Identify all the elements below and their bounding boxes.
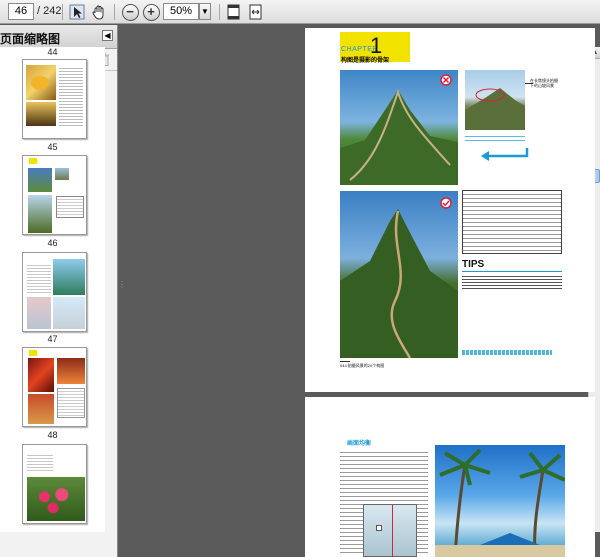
document-page-45: 画面均衡 — [305, 397, 595, 557]
section-heading: 画面均衡 — [347, 441, 372, 447]
fit-page-icon[interactable] — [225, 3, 241, 21]
page-thumbnail-45[interactable] — [22, 155, 87, 235]
correct-mark-icon — [440, 197, 452, 209]
thumbnail-list: 44 45 46 47 48 — [0, 47, 105, 532]
fit-width-icon[interactable] — [247, 3, 263, 21]
footer-rule — [340, 361, 350, 362]
panel-title: 页面缩略图 — [0, 32, 61, 46]
arrow-left-icon — [481, 148, 529, 161]
body-text-box — [462, 190, 562, 254]
toolbar: 46 / 242 − + 50% ▼ — [0, 0, 600, 24]
tips-heading: TIPS — [462, 259, 485, 270]
chevron-down-icon[interactable]: ▼ — [199, 3, 211, 20]
panel-header: 页面缩略图 ◀ — [0, 25, 117, 49]
page-thumbnail-47[interactable] — [22, 347, 87, 427]
page-total: / 242 — [37, 5, 62, 17]
divider — [219, 4, 220, 20]
page-number-input[interactable]: 46 — [8, 3, 34, 20]
tips-text — [462, 274, 562, 289]
palm-beach-photo — [435, 445, 566, 557]
thumbnail-label: 45 — [47, 142, 58, 152]
photo-annotation: 在长焦镜头拍摄 下的山坡风景 — [530, 78, 558, 88]
photo-caption — [462, 350, 552, 355]
zoom-in-icon: + — [142, 3, 160, 21]
tips-rule — [462, 271, 562, 272]
zoom-level-field[interactable]: 50% — [163, 3, 199, 20]
great-wall-small-photo — [465, 70, 525, 130]
divider — [62, 4, 63, 20]
divider — [114, 4, 115, 20]
collapse-panel-icon[interactable]: ◀ — [102, 30, 113, 41]
document-page-44: CHAPTER 1 构图是摄影的骨架 在长焦镜头拍摄 下的山坡风景 TIPS 0… — [305, 28, 595, 392]
thumbnail-label: 44 — [47, 47, 58, 57]
select-tool-icon[interactable] — [68, 3, 86, 21]
panel-splitter-handle[interactable]: ⋮ — [118, 280, 126, 298]
page-thumbnail-46[interactable] — [22, 252, 87, 332]
page-thumbnail-48[interactable] — [22, 444, 87, 524]
zoom-out-button[interactable]: − — [121, 3, 139, 21]
thumbnail-label: 46 — [47, 238, 58, 248]
wrong-mark-icon — [440, 74, 452, 86]
great-wall-photo-top — [340, 70, 458, 185]
page-footer: 044 拍摄风景的20个构图 — [340, 363, 385, 368]
thumbnail-label: 47 — [47, 334, 58, 344]
diagram-thumbnail — [363, 504, 417, 557]
photo-caption — [465, 133, 525, 143]
great-wall-photo-bottom — [340, 191, 458, 359]
zoom-in-button[interactable]: + — [142, 3, 160, 21]
hand-tool-icon[interactable] — [90, 3, 108, 21]
zoom-out-icon: − — [121, 3, 139, 21]
thumbnail-label: 48 — [47, 430, 58, 440]
section-title: 构图是摄影的骨架 — [341, 58, 390, 64]
page-thumbnail-44[interactable] — [22, 59, 87, 139]
